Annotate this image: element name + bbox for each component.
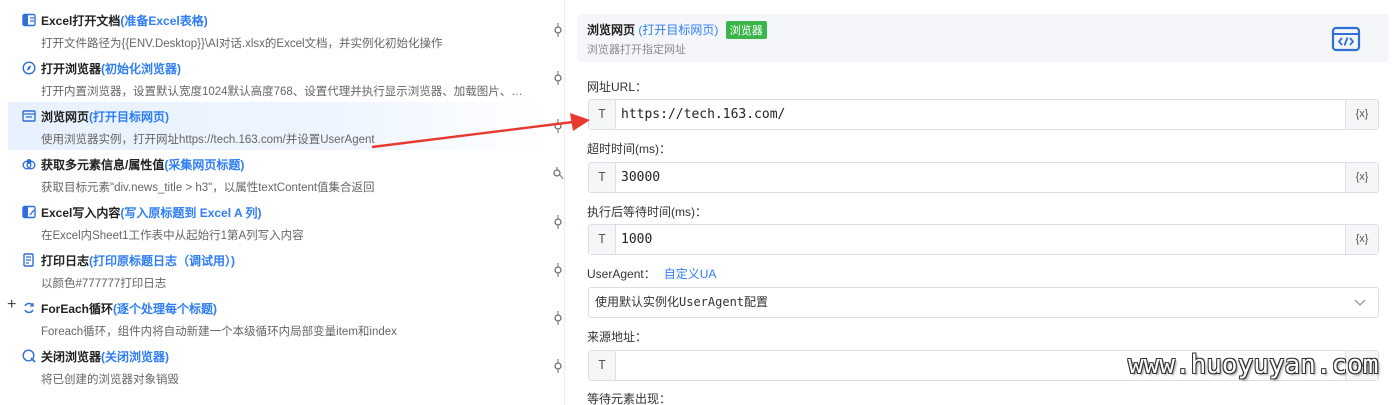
- step-description: Foreach循环，组件内将自动新建一个本级循环内局部变量item和index: [41, 326, 397, 338]
- step-subtitle: (打印原标题日志（调试用）): [89, 253, 236, 268]
- pin-icon[interactable]: [552, 215, 564, 229]
- type-toggle[interactable]: T: [589, 100, 616, 129]
- step-title: 打开浏览器: [41, 61, 102, 76]
- step-description: 打开文件路径为{{ENV.Desktop}}\AI对话.xlsx的Excel文档…: [41, 38, 443, 50]
- workflow-step-list: Excel打开文档 (准备Excel表格) 打开文件路径为{{ENV.Deskto…: [0, 0, 565, 405]
- useragent-label: UserAgent：: [587, 267, 656, 281]
- step-title: 关闭浏览器: [41, 349, 102, 364]
- step-title: Excel写入内容: [41, 205, 121, 220]
- variable-button[interactable]: {x}: [1345, 225, 1378, 254]
- step-subtitle: (逐个处理每个标题): [113, 301, 218, 316]
- step-subtitle: (采集网页标题): [164, 157, 245, 172]
- type-toggle[interactable]: T: [589, 225, 616, 254]
- step-subtitle: (关闭浏览器): [101, 349, 170, 364]
- custom-ua-link[interactable]: 自定义UA: [664, 267, 717, 281]
- wait-field[interactable]: T 1000 {x}: [588, 224, 1379, 255]
- useragent-selected: 使用默认实例化UserAgent配置: [595, 295, 769, 309]
- step-title: 获取多元素信息/属性值: [41, 157, 165, 172]
- pin-icon[interactable]: [552, 71, 564, 85]
- step-browse-webpage[interactable]: 浏览网页 (打开目标网页) 使用浏览器实例，打开网址https://tech.16…: [8, 102, 548, 150]
- step-description: 获取目标元素"div.news_title > h3"，以属性textConte…: [41, 182, 375, 194]
- pin-branch-icon[interactable]: [552, 167, 564, 181]
- step-title: 浏览网页: [41, 109, 90, 124]
- step-print-log[interactable]: 打印日志 (打印原标题日志（调试用）) 以颜色#777777打印日志: [8, 246, 548, 294]
- panel-subtitle: (打开目标网页): [638, 23, 719, 37]
- referer-label: 来源地址：: [587, 330, 648, 344]
- log-icon: [23, 253, 34, 267]
- pin-icon[interactable]: [552, 23, 564, 37]
- chevron-down-icon: [1354, 299, 1366, 306]
- step-description: 在Excel内Sheet1工作表中从起始行1第A列写入内容: [41, 230, 304, 242]
- type-toggle[interactable]: T: [589, 163, 616, 192]
- step-get-elements[interactable]: 获取多元素信息/属性值 (采集网页标题) 获取目标元素"div.news_titl…: [8, 150, 548, 198]
- pin-icon[interactable]: [552, 311, 564, 325]
- pin-icon[interactable]: [552, 359, 564, 373]
- step-title: ForEach循环: [41, 301, 114, 316]
- step-subtitle: (写入原标题到 Excel A 列): [120, 205, 262, 220]
- type-toggle[interactable]: T: [589, 351, 616, 380]
- collect-icon: [22, 159, 36, 170]
- excel-write-icon: [22, 205, 36, 219]
- wait-label: 执行后等待时间(ms)：: [587, 205, 707, 219]
- step-subtitle: (打开目标网页): [89, 109, 170, 124]
- timeout-input[interactable]: 30000: [621, 163, 660, 192]
- wait-input[interactable]: 1000: [621, 225, 652, 254]
- step-close-browser[interactable]: 关闭浏览器 (关闭浏览器) 将已创建的浏览器对象销毁: [8, 342, 548, 390]
- step-open-browser[interactable]: 打开浏览器 (初始化浏览器) 打开内置浏览器，设置默认宽度1024默认高度768、…: [8, 54, 548, 102]
- panel-hint: 浏览器打开指定网址: [587, 44, 686, 56]
- browser-code-icon: [1331, 26, 1361, 52]
- step-title: Excel打开文档: [41, 13, 121, 28]
- step-subtitle: (初始化浏览器): [101, 61, 182, 76]
- close-browser-icon: [22, 349, 36, 363]
- excel-open-icon: [22, 13, 36, 27]
- timeout-label: 超时时间(ms)：: [587, 142, 671, 156]
- pin-icon[interactable]: [552, 263, 564, 277]
- webpage-icon: [22, 110, 36, 122]
- panel-title: 浏览网页: [587, 23, 636, 37]
- variable-button[interactable]: {x}: [1345, 163, 1378, 192]
- step-description: 使用浏览器实例，打开网址https://tech.163.com/并设置User…: [41, 134, 375, 146]
- step-description: 打开内置浏览器，设置默认宽度1024默认高度768、设置代理并执行显示浏览器、加…: [41, 86, 523, 98]
- url-label: 网址URL：: [587, 80, 648, 94]
- url-field[interactable]: T https://tech.163.com/ {x}: [588, 99, 1379, 130]
- step-description: 将已创建的浏览器对象销毁: [41, 374, 179, 386]
- step-title: 打印日志: [41, 253, 90, 268]
- step-subtitle: (准备Excel表格): [120, 13, 208, 28]
- category-badge: 浏览器: [725, 21, 767, 39]
- variable-button[interactable]: {x}: [1345, 100, 1378, 129]
- loop-icon: [24, 302, 34, 314]
- properties-panel: 浏览网页 (打开目标网页) 浏览器 浏览器打开指定网址 网址URL： T htt…: [577, 0, 1400, 405]
- timeout-field[interactable]: T 30000 {x}: [588, 162, 1379, 193]
- panel-header: 浏览网页 (打开目标网页) 浏览器 浏览器打开指定网址: [577, 14, 1389, 62]
- pin-icon[interactable]: [552, 119, 564, 133]
- browser-icon: [22, 61, 36, 75]
- step-description: 以颜色#777777打印日志: [41, 278, 167, 290]
- step-excel-open[interactable]: Excel打开文档 (准备Excel表格) 打开文件路径为{{ENV.Deskto…: [8, 6, 548, 54]
- wait-element-label: 等待元素出现：: [587, 392, 672, 405]
- url-input[interactable]: https://tech.163.com/: [621, 100, 785, 129]
- step-foreach-loop[interactable]: ForEach循环 (逐个处理每个标题) Foreach循环，组件内将自动新建一…: [8, 294, 548, 342]
- watermark-text: www.huoyuyan.com: [1128, 350, 1379, 380]
- step-excel-write[interactable]: Excel写入内容 (写入原标题到 Excel A 列) 在Excel内Sheet…: [8, 198, 548, 246]
- useragent-select[interactable]: 使用默认实例化UserAgent配置: [588, 287, 1379, 318]
